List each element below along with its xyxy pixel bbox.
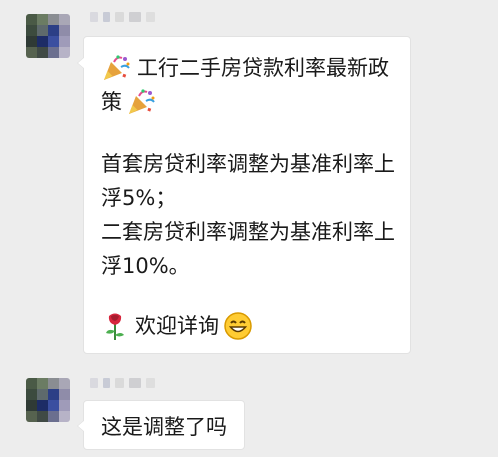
policy-first-home-line-1: 首套房贷利率调整为基准利率上 [101, 152, 395, 176]
smiling-face-icon [223, 311, 253, 341]
sender-name-pixelated [90, 11, 155, 23]
policy-second-home-line-2: 浮10%。 [101, 254, 190, 278]
rose-icon [101, 311, 129, 341]
policy-first-home-line-2: 浮5%； [101, 186, 177, 210]
message-text: 这是调整了吗 [101, 415, 227, 439]
message-title-line-2: 策 [101, 85, 396, 119]
closing-line: 欢迎详询 [101, 309, 396, 343]
message-bubble[interactable]: 工行二手房贷款利率最新政 策 首套房贷利率调整为基准利率上 浮5%； 二套房贷利… [77, 36, 411, 354]
closing-text: 欢迎详询 [135, 314, 219, 338]
party-popper-icon [101, 54, 131, 82]
sender-avatar-pixelated[interactable] [26, 14, 70, 58]
party-popper-icon [126, 88, 156, 116]
message-title-line: 工行二手房贷款利率最新政 [101, 51, 396, 85]
sender-name-pixelated [90, 377, 155, 389]
title-text-line-1: 工行二手房贷款利率最新政 [137, 56, 389, 80]
title-text-line-2: 策 [101, 90, 122, 114]
policy-second-home-line-1: 二套房贷利率调整为基准利率上 [101, 220, 395, 244]
sender-avatar-pixelated[interactable] [26, 378, 70, 422]
message-bubble[interactable]: 这是调整了吗 [77, 400, 245, 450]
